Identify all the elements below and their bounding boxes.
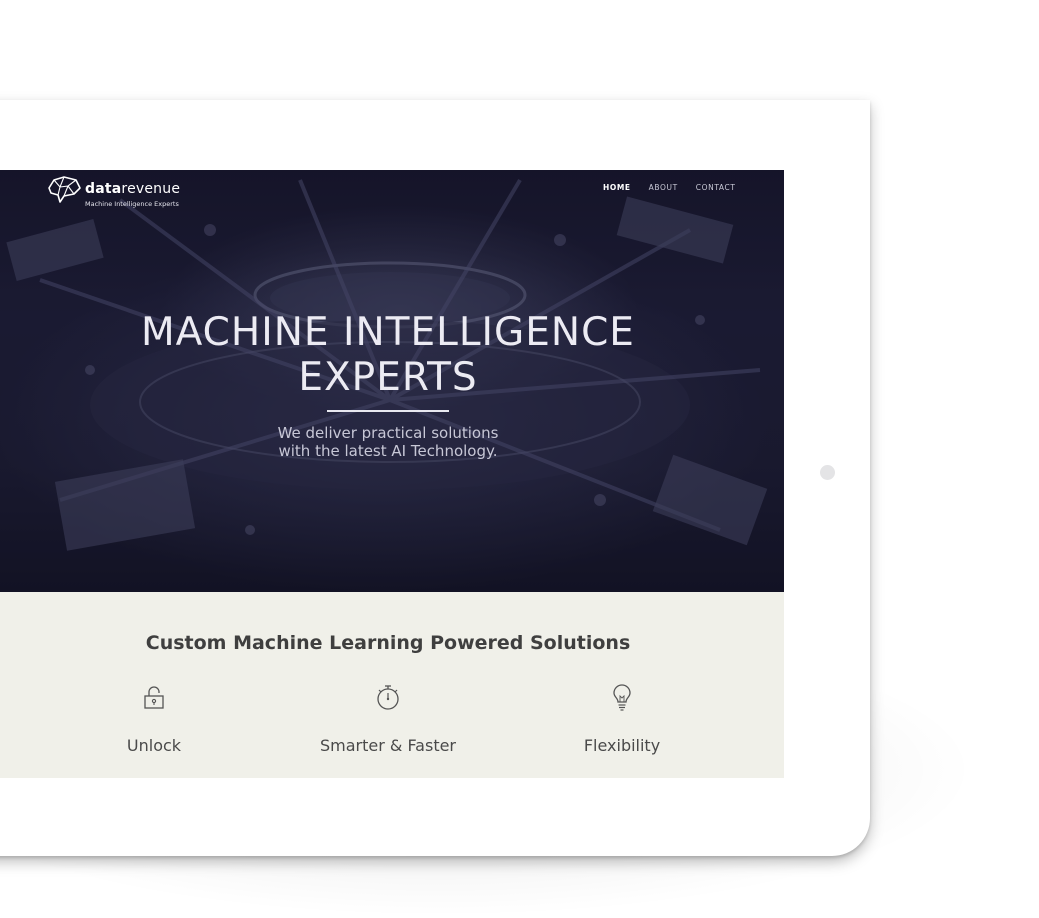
features-section: Custom Machine Learning Powered Solution… [0, 592, 784, 778]
feature-unlock: Unlock [64, 684, 244, 764]
brand-name-bold: data [85, 181, 122, 197]
hero-title-line2: EXPERTS [298, 355, 478, 400]
hero-title-line1: MACHINE INTELLIGENCE [141, 310, 635, 355]
hero-subtitle-line1: We deliver practical solutions [277, 424, 499, 442]
hero-subtitle: We deliver practical solutions with the l… [0, 424, 776, 460]
brand-name: datarevenue [85, 181, 180, 197]
mockup-stage: datarevenue Machine Intelligence Experts… [0, 0, 1039, 918]
tablet-home-button [820, 465, 835, 480]
hero-divider [327, 410, 449, 412]
padlock-icon [144, 686, 164, 709]
brand-tagline: Machine Intelligence Experts [85, 200, 179, 208]
feature-label: Unlock [126, 736, 182, 755]
nav-item-contact[interactable]: CONTACT [696, 183, 736, 192]
brain-logo-icon [48, 176, 81, 203]
nav-item-home[interactable]: HOME [603, 183, 631, 192]
main-nav: HOME ABOUT CONTACT [603, 183, 736, 192]
hero-title: MACHINE INTELLIGENCE EXPERTS [0, 310, 776, 400]
brand-logo[interactable]: datarevenue Machine Intelligence Experts [46, 174, 196, 208]
brand-name-light: revenue [121, 181, 181, 197]
hero-section: datarevenue Machine Intelligence Experts… [0, 170, 784, 592]
feature-label: Smarter & Faster [319, 736, 457, 755]
features-title: Custom Machine Learning Powered Solution… [145, 632, 631, 654]
website-screen: datarevenue Machine Intelligence Experts… [0, 170, 784, 778]
stopwatch-icon [377, 685, 399, 710]
feature-label: Flexibility [583, 736, 661, 755]
lightbulb-icon [613, 684, 631, 711]
hero-subtitle-line2: with the latest AI Technology. [278, 442, 498, 460]
nav-item-about[interactable]: ABOUT [649, 183, 678, 192]
feature-smarter-faster: Smarter & Faster [298, 684, 478, 764]
feature-flexibility: Flexibility [532, 684, 712, 764]
